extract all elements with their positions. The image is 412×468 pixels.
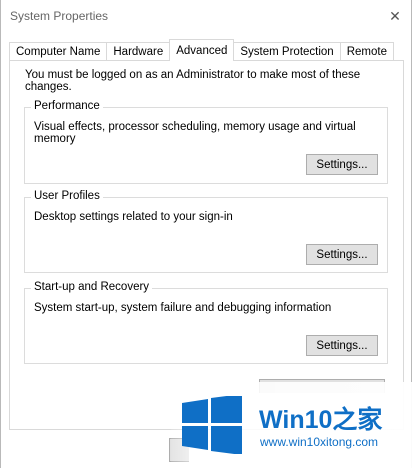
tab-remote[interactable]: Remote <box>339 42 394 60</box>
title-bar[interactable]: System Properties ✕ <box>1 0 411 32</box>
tab-strip: Computer Name Hardware Advanced System P… <box>9 39 394 61</box>
startup-recovery-title: Start-up and Recovery <box>31 281 153 293</box>
user-profiles-settings-button[interactable]: Settings... <box>306 244 378 265</box>
watermark-title: Win10之家 <box>259 406 383 434</box>
user-profiles-title: User Profiles <box>31 190 103 202</box>
windows-logo-icon <box>182 396 242 454</box>
user-profiles-group: User Profiles Desktop settings related t… <box>24 190 388 273</box>
tab-hardware[interactable]: Hardware <box>106 42 171 60</box>
tab-system-protection[interactable]: System Protection <box>233 42 341 60</box>
startup-recovery-description: System start-up, system failure and debu… <box>34 302 332 314</box>
user-profiles-description: Desktop settings related to your sign-in <box>34 211 233 223</box>
performance-description: Visual effects, processor scheduling, me… <box>34 121 356 145</box>
watermark-url: www.win10xitong.com <box>260 435 379 449</box>
tab-advanced[interactable]: Advanced <box>169 39 235 61</box>
window-title: System Properties <box>10 9 109 23</box>
startup-recovery-group: Start-up and Recovery System start-up, s… <box>24 281 388 364</box>
startup-recovery-settings-button[interactable]: Settings... <box>306 335 378 356</box>
performance-group: Performance Visual effects, processor sc… <box>24 100 388 184</box>
tab-computer-name[interactable]: Computer Name <box>9 42 108 60</box>
system-properties-window: System Properties ✕ Computer Name Hardwa… <box>0 0 412 468</box>
advanced-tab-panel: You must be logged on as an Administrato… <box>9 60 404 430</box>
performance-title: Performance <box>31 100 103 112</box>
performance-settings-button[interactable]: Settings... <box>306 154 378 175</box>
close-icon[interactable]: ✕ <box>379 0 411 32</box>
admin-note: You must be logged on as an Administrato… <box>25 69 361 93</box>
